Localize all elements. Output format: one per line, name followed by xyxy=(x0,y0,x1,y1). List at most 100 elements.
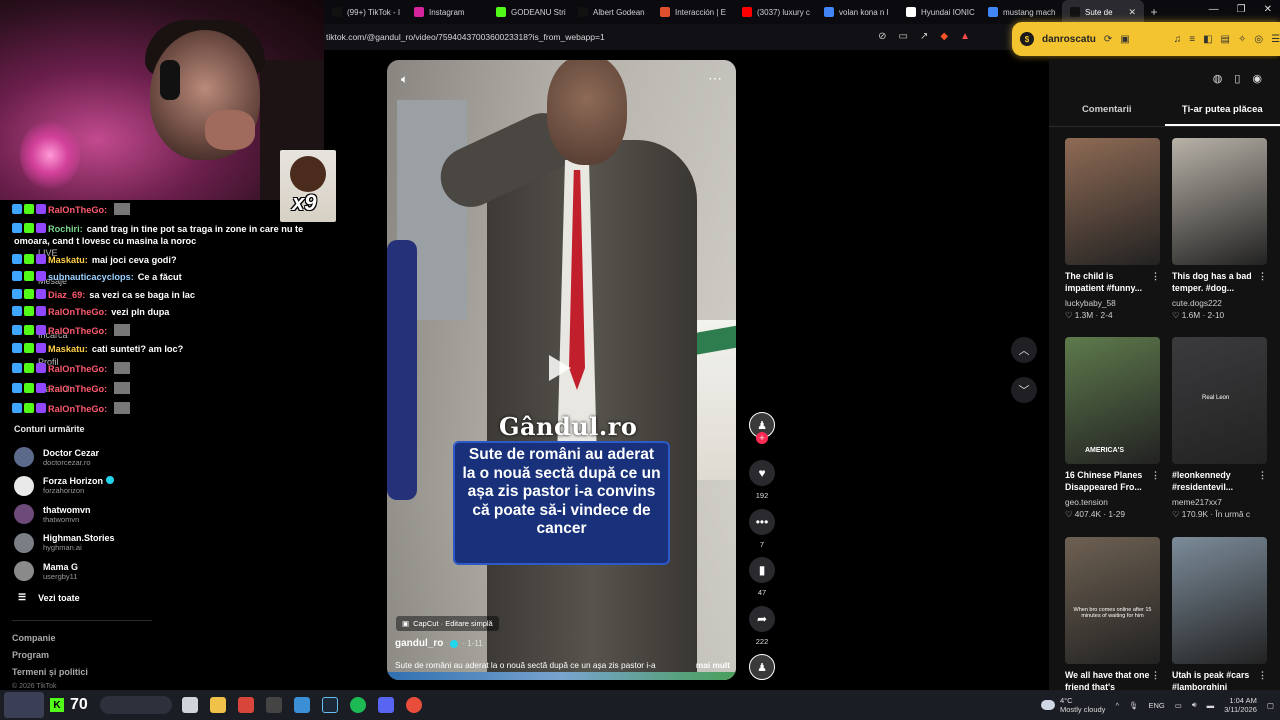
follow-plus-icon[interactable]: + xyxy=(756,432,768,444)
browser-tab[interactable]: Hyundai IONIC xyxy=(898,0,980,24)
following-item[interactable]: Mama Gusergby11 xyxy=(14,558,214,584)
tab-comments[interactable]: Comentarii xyxy=(1049,103,1165,126)
discord-icon[interactable] xyxy=(378,697,394,713)
sync-icon[interactable]: ⟳ xyxy=(1104,34,1112,45)
recommended-video-card[interactable]: AMERICA'S 16 Chinese Planes Disappeared F… xyxy=(1065,337,1160,519)
following-item[interactable]: Highman.Stories hyghman.ai xyxy=(14,530,214,556)
kebab-icon[interactable]: ⋮ xyxy=(1151,470,1160,482)
recommended-video-card[interactable]: Real Leon #leonkennedy #residentevil... ⋮ m… xyxy=(1172,337,1267,519)
weather-widget[interactable]: 4°C Mostly cloudy xyxy=(1041,696,1105,714)
following-item[interactable]: Doctor Cezar doctorcezar.ro xyxy=(14,444,214,470)
url-text[interactable]: tiktok.com/@gandul_ro/video/759404370036… xyxy=(324,32,605,42)
author-avatar-button[interactable]: ♟ + xyxy=(748,412,776,444)
chat-username[interactable]: Maskatu: xyxy=(48,255,88,265)
close-tab-icon[interactable]: ✕ xyxy=(1128,7,1136,18)
volume-icon[interactable]: 🔊︎ xyxy=(1192,700,1197,710)
battery-icon[interactable]: ▬ xyxy=(1207,701,1215,710)
taskbar-search[interactable] xyxy=(100,696,172,714)
browser-tab[interactable]: (99+) TikTok - I xyxy=(324,0,406,24)
close-window-button[interactable]: ✕ xyxy=(1264,4,1272,15)
recommended-video-card[interactable]: This dog has a bad temper. #dog... ⋮ cute.… xyxy=(1172,138,1267,320)
gallery-icon[interactable]: ▣ xyxy=(1120,34,1129,45)
clock[interactable]: 1:04 AM 3/11/2026 xyxy=(1224,696,1257,715)
author-name[interactable]: gandul_ro xyxy=(395,638,443,649)
chat-username[interactable]: RalOnTheGo: xyxy=(48,205,107,215)
chat-username[interactable]: RalOnTheGo: xyxy=(48,404,107,414)
obs-icon[interactable] xyxy=(266,697,282,713)
phone-icon[interactable]: ▯ xyxy=(1234,72,1240,85)
footer-company[interactable]: Companie xyxy=(12,633,56,643)
mic-icon[interactable]: 🎙︎ xyxy=(1129,701,1139,710)
sound-button[interactable]: ♟ xyxy=(748,654,776,680)
kebab-icon[interactable]: ⋮ xyxy=(1258,271,1267,283)
like-button[interactable]: ♥ 192 xyxy=(748,460,776,500)
video-thumbnail[interactable]: When bro comes online after 15 minutes o… xyxy=(1065,537,1160,664)
kebab-icon[interactable]: ⋮ xyxy=(1151,670,1160,682)
list-icon[interactable]: ≡ xyxy=(1189,34,1195,45)
leo-icon[interactable]: ✧ xyxy=(1238,34,1246,45)
recommended-video-card[interactable]: The child is impatient #funny... ⋮ luckyba… xyxy=(1065,138,1160,320)
video-thumbnail[interactable] xyxy=(1172,537,1267,664)
app-icon[interactable] xyxy=(406,697,422,713)
browser-tab[interactable]: (3037) luxury c xyxy=(734,0,816,24)
profile-avatar[interactable]: ◉ xyxy=(1252,72,1262,85)
tab-you-may-like[interactable]: Ți-ar putea plăcea xyxy=(1164,103,1280,126)
recommended-video-card[interactable]: When bro comes online after 15 minutes o… xyxy=(1065,537,1160,695)
following-item[interactable]: Forza Horizon forzahorizon xyxy=(14,473,214,499)
wallet-icon[interactable]: ▤ xyxy=(1221,34,1230,45)
see-all-button[interactable]: ☰ Vezi toate xyxy=(18,592,80,603)
footer-terms[interactable]: Termeni și politici xyxy=(12,667,88,677)
chat-username[interactable]: subnauticacyclops: xyxy=(48,272,134,282)
steam-icon[interactable] xyxy=(322,697,338,713)
camera-off-icon[interactable]: ⊘ xyxy=(878,31,886,42)
kebab-icon[interactable]: ⋮ xyxy=(1258,470,1267,482)
chat-username[interactable]: RalOnTheGo: xyxy=(48,307,107,317)
play-icon[interactable] xyxy=(549,355,571,381)
more-options-icon[interactable]: ⋯ xyxy=(708,70,722,87)
card-user[interactable]: geo.tension xyxy=(1065,497,1160,507)
capcut-badge[interactable]: ▣ CapCut · Editare simplă xyxy=(396,616,499,631)
chat-username[interactable]: Rochiri: xyxy=(48,224,83,234)
restore-button[interactable]: ❐ xyxy=(1237,4,1246,15)
menu-icon[interactable]: ☰ xyxy=(1271,34,1280,45)
browser-tab[interactable]: GODEANU Stri xyxy=(488,0,570,24)
card-user[interactable]: cute.dogs222 xyxy=(1172,298,1267,308)
browser-tab[interactable]: Albert Godean xyxy=(570,0,652,24)
next-video-button[interactable]: ﹀ xyxy=(1011,377,1037,403)
kebab-icon[interactable]: ⋮ xyxy=(1258,670,1267,682)
video-thumbnail[interactable]: Real Leon xyxy=(1172,337,1267,464)
task-view-icon[interactable] xyxy=(182,697,198,713)
spotify-icon[interactable] xyxy=(350,697,366,713)
chat-username[interactable]: RalOnTheGo: xyxy=(48,326,107,336)
browser-tab[interactable]: Instagram xyxy=(406,0,488,24)
rewards-icon[interactable]: ▲ xyxy=(960,31,970,42)
recommended-video-card[interactable]: Utah is peak #cars #lamborghini ⋮ xyxy=(1172,537,1267,695)
video-thumbnail[interactable]: AMERICA'S xyxy=(1065,337,1160,464)
kebab-icon[interactable]: ⋮ xyxy=(1151,271,1160,283)
card-user[interactable]: luckybaby_58 xyxy=(1065,298,1160,308)
previous-video-button[interactable]: ︿ xyxy=(1011,337,1037,363)
brave-icon[interactable] xyxy=(238,697,254,713)
video-player[interactable]: 🔈︎ ⋯ Gândul.ro Sute de români au aderat … xyxy=(387,60,736,680)
card-user[interactable]: meme217xx7 xyxy=(1172,497,1267,507)
brave-shield-icon[interactable]: ◆ xyxy=(940,31,948,42)
notification-icon[interactable]: ▢ xyxy=(1267,701,1274,710)
cast-icon[interactable]: ▭ xyxy=(899,31,908,42)
speaker-icon[interactable]: 🔈︎ xyxy=(401,72,408,87)
video-thumbnail[interactable] xyxy=(1065,138,1160,265)
browser-tab[interactable]: mustang mach xyxy=(980,0,1062,24)
browser-tab[interactable]: volan kona n l xyxy=(816,0,898,24)
browser-tab[interactable]: Interacción | E xyxy=(652,0,734,24)
save-button[interactable]: ▮ 47 xyxy=(748,557,776,597)
vpn-icon[interactable]: ◎ xyxy=(1254,34,1263,45)
more-link[interactable]: mai mult xyxy=(696,660,730,670)
footer-program[interactable]: Program xyxy=(12,650,49,660)
chat-username[interactable]: Maskatu: xyxy=(48,344,88,354)
browser-tab[interactable]: Sute de ✕ xyxy=(1062,0,1144,24)
extension-user-pill[interactable]: $ danroscatu ⟳ ▣ ♫ ≡ ◧ ▤ ✧ ◎ ☰ xyxy=(1012,22,1280,56)
chat-username[interactable]: RalOnTheGo: xyxy=(48,364,107,374)
chat-username[interactable]: RalOnTheGo: xyxy=(48,384,107,394)
comment-button[interactable]: ••• 7 xyxy=(748,509,776,549)
chat-username[interactable]: Diaz_69: xyxy=(48,290,85,300)
music-icon[interactable]: ♫ xyxy=(1174,34,1182,45)
